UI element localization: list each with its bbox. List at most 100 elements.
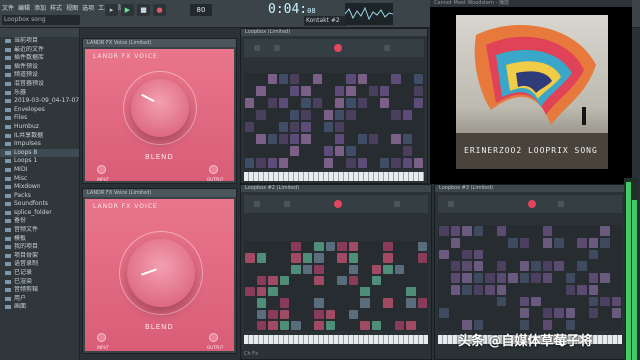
browser-item[interactable]: 最近的文件 xyxy=(0,46,79,55)
step-cell[interactable] xyxy=(391,134,401,144)
step-cell[interactable] xyxy=(611,308,621,319)
loopbox-control[interactable] xyxy=(274,45,280,51)
step-cell[interactable] xyxy=(600,273,610,283)
step-cell[interactable] xyxy=(519,273,529,283)
browser-item[interactable]: 2019-03-09_04-17-07 xyxy=(0,97,79,106)
step-cell[interactable] xyxy=(314,242,324,252)
step-cell[interactable] xyxy=(391,74,401,84)
tempo-display[interactable]: 80 xyxy=(190,4,212,16)
step-cell[interactable] xyxy=(256,320,266,330)
step-cell[interactable] xyxy=(413,74,423,84)
step-cell[interactable] xyxy=(314,275,324,285)
play-button[interactable]: ▶ xyxy=(121,4,134,16)
step-cell[interactable] xyxy=(256,134,266,144)
step-cell[interactable] xyxy=(402,134,412,144)
step-cell[interactable] xyxy=(267,134,277,144)
step-cell[interactable] xyxy=(391,158,401,168)
step-cell[interactable] xyxy=(406,320,416,330)
step-cell[interactable] xyxy=(346,158,356,168)
step-cell[interactable] xyxy=(314,309,324,319)
menu-patterns[interactable]: 样式 xyxy=(50,3,62,12)
browser-item[interactable]: splice_folder xyxy=(0,209,79,218)
step-cell[interactable] xyxy=(348,309,358,319)
browser-item[interactable]: Packs xyxy=(0,192,79,201)
browser-item[interactable]: 已记录 xyxy=(0,269,79,278)
step-cell[interactable] xyxy=(325,242,335,252)
step-cell[interactable] xyxy=(565,308,575,319)
step-cell[interactable] xyxy=(542,320,552,330)
browser-item[interactable]: 已渲染 xyxy=(0,278,79,287)
step-cell[interactable] xyxy=(346,98,356,108)
step-cell[interactable] xyxy=(383,242,393,252)
step-cell[interactable] xyxy=(256,158,266,168)
step-cell[interactable] xyxy=(278,134,288,144)
step-cell[interactable] xyxy=(278,122,288,132)
browser-item[interactable]: 当前项目 xyxy=(0,37,79,46)
step-cell[interactable] xyxy=(323,158,333,168)
step-cell[interactable] xyxy=(267,98,277,108)
step-cell[interactable] xyxy=(348,275,358,285)
output-knob[interactable] xyxy=(209,165,218,174)
step-cell[interactable] xyxy=(335,98,345,108)
loopbox-grid[interactable] xyxy=(244,241,428,331)
step-cell[interactable] xyxy=(368,86,378,96)
step-cell[interactable] xyxy=(245,122,255,132)
step-cell[interactable] xyxy=(496,273,506,283)
step-cell[interactable] xyxy=(402,110,412,120)
step-cell[interactable] xyxy=(383,253,393,263)
step-cell[interactable] xyxy=(337,253,347,263)
browser-item[interactable]: Humbuz xyxy=(0,123,79,132)
step-cell[interactable] xyxy=(279,275,289,285)
step-cell[interactable] xyxy=(360,298,370,308)
step-cell[interactable] xyxy=(450,226,460,236)
step-cell[interactable] xyxy=(314,320,324,330)
browser-item[interactable]: 用户 xyxy=(0,295,79,304)
step-cell[interactable] xyxy=(380,158,390,168)
menu-add[interactable]: 添加 xyxy=(34,3,46,12)
browser-item[interactable]: 音频剪辑 xyxy=(0,286,79,295)
browser-item[interactable]: 语音录制 xyxy=(0,260,79,269)
browser-item[interactable]: 插件数据库 xyxy=(0,54,79,63)
step-cell[interactable] xyxy=(325,309,335,319)
step-cell[interactable] xyxy=(312,98,322,108)
browser-item[interactable]: 模板 xyxy=(0,235,79,244)
step-cell[interactable] xyxy=(450,261,460,272)
step-cell[interactable] xyxy=(391,110,401,120)
record-button[interactable]: ● xyxy=(153,4,166,16)
browser-item[interactable]: Impulses xyxy=(0,140,79,149)
step-cell[interactable] xyxy=(357,98,367,108)
step-cell[interactable] xyxy=(256,110,266,120)
step-cell[interactable] xyxy=(267,158,277,168)
loopbox-keyboard[interactable] xyxy=(244,335,428,344)
step-cell[interactable] xyxy=(335,134,345,144)
step-cell[interactable] xyxy=(588,296,598,307)
input-knob[interactable] xyxy=(97,333,106,342)
step-cell[interactable] xyxy=(278,158,288,168)
step-cell[interactable] xyxy=(302,253,312,263)
step-cell[interactable] xyxy=(554,261,564,272)
step-cell[interactable] xyxy=(402,146,412,156)
step-cell[interactable] xyxy=(360,287,370,297)
step-cell[interactable] xyxy=(256,309,266,319)
step-cell[interactable] xyxy=(291,320,301,330)
step-cell[interactable] xyxy=(462,261,472,272)
step-cell[interactable] xyxy=(519,261,529,272)
step-cell[interactable] xyxy=(565,273,575,283)
step-cell[interactable] xyxy=(357,134,367,144)
browser-item[interactable]: 画面 xyxy=(0,303,79,312)
step-cell[interactable] xyxy=(611,296,621,307)
step-cell[interactable] xyxy=(357,74,367,84)
step-cell[interactable] xyxy=(473,284,483,295)
step-cell[interactable] xyxy=(301,110,311,120)
step-cell[interactable] xyxy=(346,86,356,96)
browser-item[interactable]: MIDI xyxy=(0,166,79,175)
step-cell[interactable] xyxy=(519,308,529,319)
step-cell[interactable] xyxy=(462,226,472,236)
step-cell[interactable] xyxy=(383,264,393,274)
step-cell[interactable] xyxy=(337,242,347,252)
step-cell[interactable] xyxy=(519,237,529,248)
step-cell[interactable] xyxy=(302,264,312,274)
step-cell[interactable] xyxy=(348,253,358,263)
step-cell[interactable] xyxy=(278,74,288,84)
browser-item[interactable]: 插件预设 xyxy=(0,63,79,72)
